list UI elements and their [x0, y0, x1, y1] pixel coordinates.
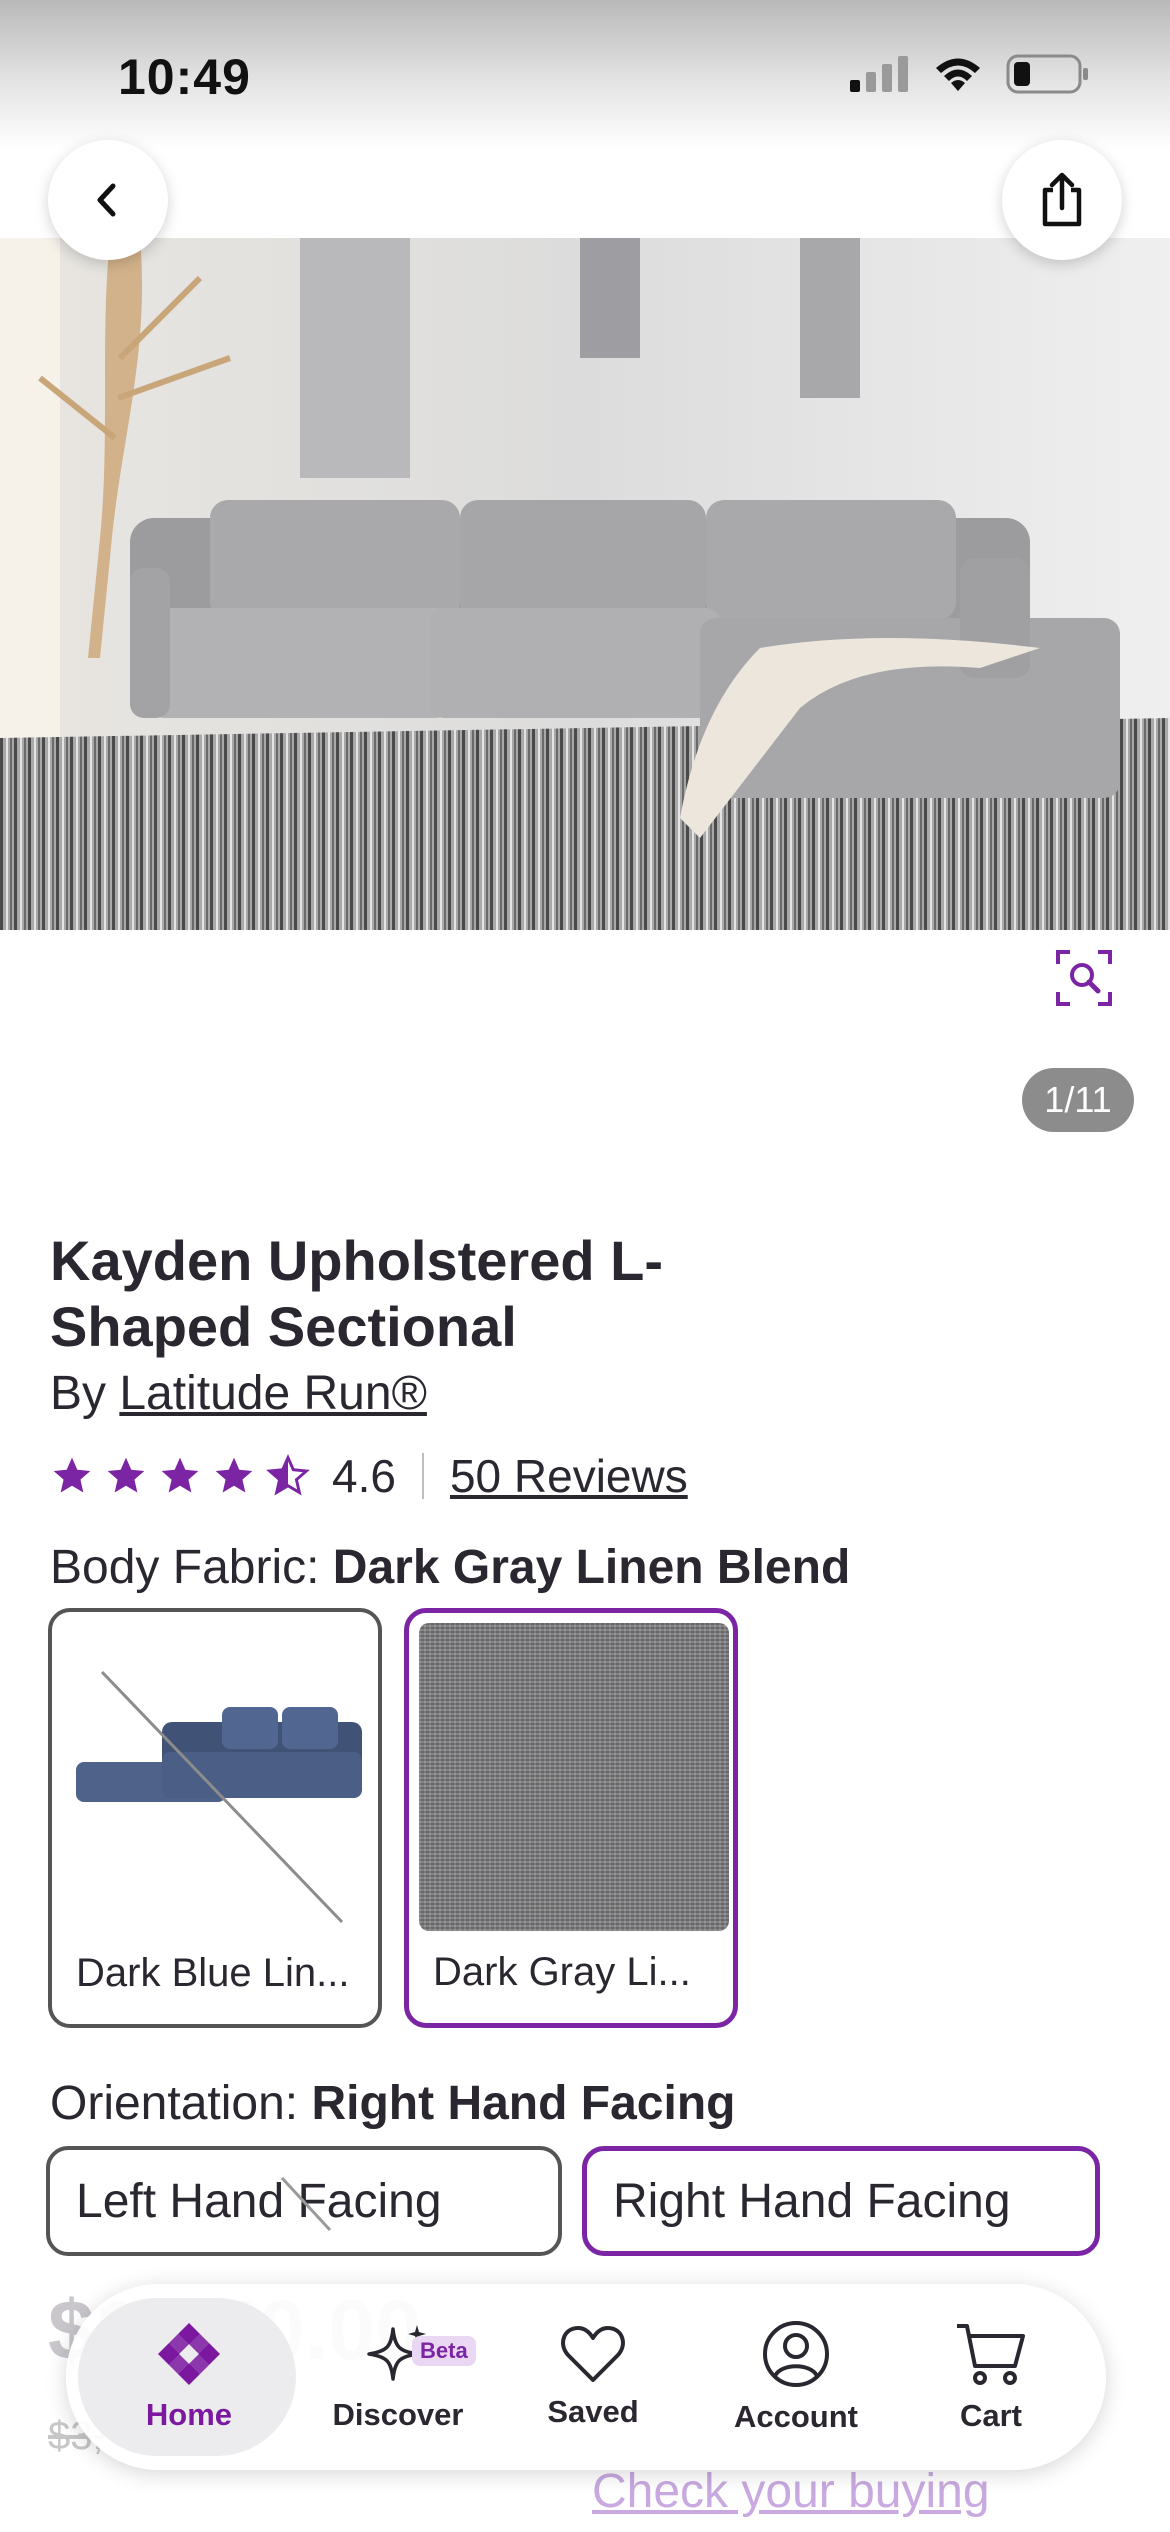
back-button[interactable] — [48, 140, 168, 260]
orientation-selected: Right Hand Facing — [311, 2077, 736, 2130]
fabric-option-dark-blue[interactable]: Dark Blue Lin... — [48, 1608, 382, 2028]
image-counter: 1/11 — [1022, 1068, 1134, 1132]
nav-cart[interactable]: Cart — [916, 2284, 1066, 2470]
nav-discover[interactable]: Beta Discover — [308, 2284, 488, 2470]
beta-badge: Beta — [412, 2336, 476, 2366]
fabric-option-label: Dark Blue Lin... — [76, 1951, 350, 1995]
star-icon — [107, 1457, 145, 1493]
chevron-left-icon — [97, 183, 116, 217]
body-fabric-label: Body Fabric: Dark Gray Linen Blend — [50, 1540, 850, 1595]
home-logo-icon — [158, 2323, 220, 2385]
reviews-link[interactable]: 50 Reviews — [450, 1449, 688, 1503]
half-star-icon — [266, 1454, 310, 1496]
fabric-option-label: Dark Gray Li... — [433, 1950, 691, 1994]
rating-row: 4.6 50 Reviews — [50, 1446, 688, 1506]
account-icon — [763, 2321, 829, 2387]
unavailable-slash — [280, 2176, 332, 2232]
check-buying-power-link[interactable]: Check your buying — [592, 2464, 990, 2519]
nav-label: Cart — [959, 2398, 1022, 2433]
rating-stars — [50, 1454, 310, 1498]
star-icon — [215, 1457, 253, 1493]
status-icons — [850, 54, 1090, 94]
zoom-icon[interactable] — [1054, 948, 1114, 1008]
battery-icon — [1006, 54, 1088, 94]
brand-link[interactable]: Latitude Run® — [119, 1367, 427, 1420]
brand-prefix: By — [50, 1367, 107, 1420]
nav-label: Saved — [547, 2394, 639, 2429]
heart-icon — [561, 2326, 625, 2382]
cellular-signal-icon — [850, 56, 908, 92]
orientation-label: Orientation: Right Hand Facing — [50, 2076, 735, 2131]
orientation-label-text: Orientation: — [50, 2077, 299, 2130]
dark-gray-fabric-thumbnail — [419, 1623, 729, 1931]
bottom-nav: Home Beta Discover Saved Account Cart — [66, 2284, 1106, 2470]
brand-line: By Latitude Run® — [50, 1366, 427, 1421]
share-button[interactable] — [1002, 140, 1122, 260]
orientation-option-label: Right Hand Facing — [613, 2174, 1011, 2228]
body-fabric-label-text: Body Fabric: — [50, 1541, 320, 1594]
nav-label: Home — [145, 2397, 233, 2432]
nav-label: Account — [734, 2399, 858, 2434]
fabric-option-dark-gray[interactable]: Dark Gray Li... — [404, 1608, 738, 2028]
sectional-sofa-photo — [0, 238, 1170, 930]
product-image[interactable] — [0, 238, 1170, 930]
orientation-right-hand-button[interactable]: Right Hand Facing — [582, 2146, 1100, 2256]
product-title: Kayden Upholstered L-Shaped Sectional — [50, 1229, 663, 1358]
dark-blue-sofa-thumbnail — [76, 1670, 362, 1924]
share-icon — [1042, 172, 1082, 227]
star-icon — [53, 1457, 91, 1493]
nav-home[interactable]: Home — [80, 2284, 298, 2470]
rating-value: 4.6 — [332, 1450, 396, 1502]
orientation-option-label: Left Hand Facing — [76, 2174, 442, 2228]
status-bar: 10:49 — [0, 0, 1170, 150]
star-icon — [161, 1457, 199, 1493]
cart-icon — [957, 2324, 1025, 2385]
nav-saved[interactable]: Saved — [518, 2284, 668, 2470]
nav-label: Discover — [332, 2397, 464, 2432]
status-time: 10:49 — [118, 49, 251, 105]
divider — [421, 1453, 424, 1499]
body-fabric-selected: Dark Gray Linen Blend — [332, 1541, 851, 1594]
nav-account[interactable]: Account — [706, 2284, 886, 2470]
wifi-icon — [936, 58, 980, 91]
orientation-left-hand-button[interactable]: Left Hand Facing — [46, 2146, 562, 2256]
